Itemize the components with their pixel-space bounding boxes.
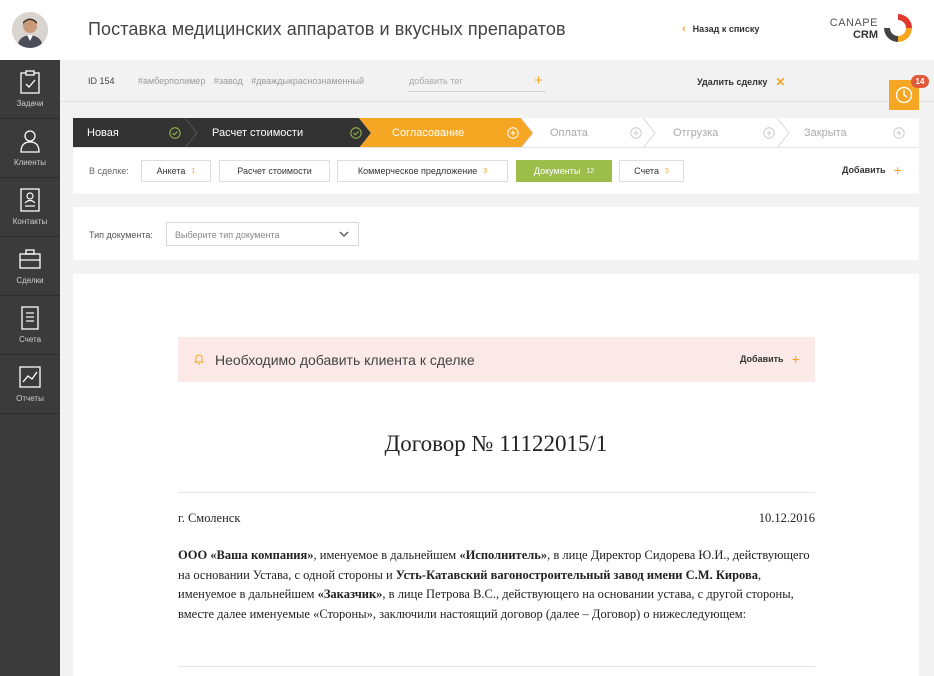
document-date: 10.12.2016 — [758, 511, 815, 525]
tab-label: Анкета — [156, 166, 186, 176]
check-circle-icon — [169, 127, 181, 139]
timer-count-badge: 14 — [911, 75, 929, 88]
invoice-icon — [21, 306, 39, 330]
add-client-label: Добавить — [740, 354, 784, 364]
document-card: Необходимо добавить клиента к сделке Доб… — [73, 274, 919, 676]
party-customer-role: «Заказчик» — [317, 587, 383, 602]
tab-count: 12 — [586, 167, 595, 175]
logo-mark-icon — [884, 14, 912, 42]
doc-filter-card: Тип документа: Выберите тип документа — [73, 207, 919, 260]
doc-type-select[interactable]: Выберите тип документа — [166, 222, 359, 246]
briefcase-icon — [19, 249, 41, 269]
tab-label: Расчет стоимости — [237, 166, 312, 176]
logo: CANAPE CRM — [830, 12, 914, 46]
document-paragraph: ООО «Ваша компания», именуемое в дальней… — [178, 546, 815, 625]
plus-circle-icon — [763, 127, 775, 139]
chart-icon — [19, 366, 41, 388]
tab-count: 5 — [664, 167, 669, 175]
sidebar: Задачи Клиенты Контакты Сделки Счета Отч… — [0, 0, 60, 676]
stage-approval[interactable]: Согласование — [392, 127, 464, 139]
add-item-button[interactable]: Добавить + — [842, 162, 902, 178]
header: Поставка медицинских аппаратов и вкусных… — [60, 0, 934, 60]
stage-closed[interactable]: Закрыта — [804, 127, 847, 139]
client-missing-alert: Необходимо добавить клиента к сделке Доб… — [178, 337, 815, 382]
avatar[interactable] — [12, 12, 48, 48]
sidebar-item-label: Отчеты — [16, 394, 44, 403]
sidebar-item-tasks[interactable]: Задачи — [0, 60, 60, 119]
avatar-container — [0, 0, 60, 60]
plus-circle-icon — [507, 127, 519, 139]
back-link-label: Назад к списку — [692, 24, 760, 34]
document-city: г. Смоленск — [178, 511, 241, 525]
deal-subheader: ID 154 #амберполимер #завод #дваждыкрасн… — [60, 60, 934, 102]
sidebar-item-invoices[interactable]: Счета — [0, 296, 60, 355]
stage-shipment[interactable]: Отгрузка — [673, 127, 718, 139]
tab-invoices[interactable]: Счета 5 — [619, 160, 684, 182]
clipboard-check-icon — [20, 70, 40, 94]
add-tag-plus-icon[interactable]: + — [534, 72, 543, 89]
tab-cost-calculation[interactable]: Расчет стоимости — [219, 160, 330, 182]
party-executor-company: ООО «Ваша компания» — [178, 548, 314, 562]
plus-icon: + — [791, 351, 800, 367]
tab-label: Документы — [533, 166, 581, 176]
stage-payment[interactable]: Оплата — [550, 127, 588, 139]
contact-card-icon — [20, 188, 40, 212]
doc-type-label: Тип документа: — [89, 230, 153, 240]
add-item-label: Добавить — [842, 165, 886, 175]
tab-count: 1 — [191, 167, 196, 175]
delete-deal-label: Удалить сделку — [697, 77, 768, 87]
sidebar-item-label: Сделки — [16, 276, 44, 285]
divider — [178, 666, 815, 667]
deal-id: ID 154 — [88, 76, 115, 86]
tab-commercial-offer[interactable]: Коммерческое предложение 3 — [337, 160, 508, 182]
sidebar-item-deals[interactable]: Сделки — [0, 237, 60, 296]
back-to-list-link[interactable]: ‹ Назад к списку — [682, 23, 759, 35]
tab-questionnaire[interactable]: Анкета 1 — [141, 160, 211, 182]
stage-calculation[interactable]: Расчет стоимости — [212, 127, 303, 139]
sidebar-item-clients[interactable]: Клиенты — [0, 119, 60, 178]
logo-line2: CRM — [852, 29, 878, 41]
tab-count: 3 — [483, 167, 488, 175]
add-tag-input[interactable]: добавить тег — [409, 70, 546, 92]
sidebar-nav: Задачи Клиенты Контакты Сделки Счета Отч… — [0, 60, 60, 414]
tab-documents[interactable]: Документы 12 — [516, 160, 612, 182]
pipeline-card: Новая Расчет стоимости Согласование Опла… — [73, 118, 919, 194]
delete-deal-button[interactable]: Удалить сделку ✕ — [697, 75, 785, 89]
sidebar-item-label: Задачи — [16, 99, 44, 108]
page-title: Поставка медицинских аппаратов и вкусных… — [88, 19, 566, 39]
check-circle-icon — [350, 127, 362, 139]
logo-line1: CANAPE — [829, 17, 878, 29]
tag[interactable]: #дваждыкраснознаменный — [251, 76, 364, 86]
tag[interactable]: #завод — [214, 76, 243, 86]
clock-icon — [895, 86, 913, 104]
stage-new[interactable]: Новая — [87, 127, 119, 139]
tab-label: Счета — [634, 166, 659, 176]
plus-circle-icon — [630, 127, 642, 139]
text-run: , именуемое в дальнейшем — [313, 548, 460, 562]
document-title: Договор № 11122015/1 — [384, 431, 608, 456]
party-customer-company: Усть-Катавский вагоностроительный завод … — [395, 567, 758, 582]
plus-icon: + — [893, 162, 902, 178]
tabs-label: В сделке: — [89, 166, 129, 176]
sidebar-item-contacts[interactable]: Контакты — [0, 178, 60, 237]
tag-list: #амберполимер #завод #дваждыкраснознамен… — [138, 76, 370, 86]
divider — [178, 492, 815, 493]
tag[interactable]: #амберполимер — [138, 76, 205, 86]
sidebar-item-reports[interactable]: Отчеты — [0, 355, 60, 414]
close-icon: ✕ — [775, 75, 786, 89]
person-icon — [20, 130, 40, 153]
party-executor-role: «Исполнитель» — [459, 548, 548, 562]
sidebar-item-label: Счета — [18, 335, 42, 344]
add-client-button[interactable]: Добавить + — [740, 351, 800, 367]
chevron-left-icon: ‹ — [682, 23, 686, 35]
alert-text: Необходимо добавить клиента к сделке — [215, 352, 475, 368]
tab-label: Коммерческое предложение — [357, 166, 478, 176]
bell-icon — [194, 354, 204, 365]
pipeline-stages — [73, 118, 919, 148]
chevron-down-icon — [339, 231, 349, 237]
plus-circle-icon — [893, 127, 905, 139]
doc-type-placeholder: Выберите тип документа — [175, 230, 280, 240]
sidebar-item-label: Клиенты — [13, 158, 47, 167]
sidebar-item-label: Контакты — [12, 217, 48, 226]
